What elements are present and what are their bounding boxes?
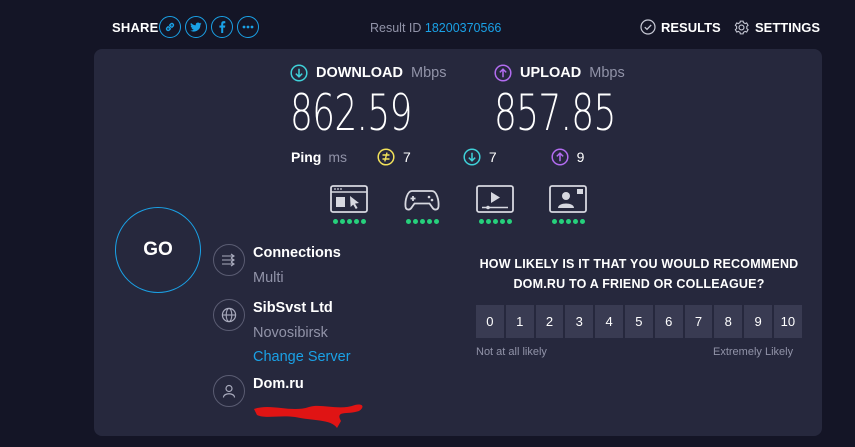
redaction-mark xyxy=(254,404,363,428)
upload-label: UPLOAD xyxy=(520,65,582,81)
go-button[interactable]: GO xyxy=(115,207,201,293)
connections-value: Multi xyxy=(253,270,284,286)
globe-icon xyxy=(213,299,245,331)
nps-option-8[interactable]: 8 xyxy=(714,305,743,338)
web-browsing-icon xyxy=(330,185,368,213)
ping-upload: 9 xyxy=(551,148,585,166)
download-latency-icon xyxy=(463,148,481,166)
upload-metric: UPLOAD Mbps 857.85 xyxy=(494,64,663,142)
isp-name: Dom.ru xyxy=(253,376,304,392)
app-rating-gaming xyxy=(403,185,441,224)
app-rating-web xyxy=(330,185,368,224)
upload-value: 857.85 xyxy=(494,84,616,142)
result-id-link[interactable]: 18200370566 xyxy=(425,21,501,35)
nps-option-7[interactable]: 7 xyxy=(684,305,713,338)
upload-unit: Mbps xyxy=(589,65,625,81)
nps-question-line2: DOM.RU TO A FRIEND OR COLLEAGUE? xyxy=(513,277,765,291)
nps-option-3[interactable]: 3 xyxy=(565,305,594,338)
download-arrow-icon xyxy=(290,64,308,82)
ping-idle-value: 7 xyxy=(403,149,411,165)
settings-label: SETTINGS xyxy=(755,20,821,35)
upload-latency-icon xyxy=(551,148,569,166)
nps-high-label: Extremely Likely xyxy=(713,346,794,358)
top-bar: SHARE Result ID 18200370566 RESULTS SETT… xyxy=(0,0,855,52)
nps-option-9[interactable]: 9 xyxy=(744,305,772,338)
ping-upload-value: 9 xyxy=(576,149,585,165)
ping-unit: ms xyxy=(328,149,348,165)
download-value: 862.59 xyxy=(290,84,412,142)
idle-latency-icon xyxy=(377,148,395,166)
download-label: DOWNLOAD xyxy=(316,65,403,81)
more-icon[interactable] xyxy=(237,16,259,38)
result-id-label: Result ID xyxy=(370,21,422,35)
user-icon xyxy=(213,375,245,407)
nps-option-0[interactable]: 0 xyxy=(476,305,504,338)
ping-download-value: 7 xyxy=(488,149,497,165)
settings-button[interactable]: SETTINGS xyxy=(733,19,820,36)
chat-rating-dots xyxy=(551,219,585,224)
video-rating-dots xyxy=(478,219,512,224)
nps-option-2[interactable]: 2 xyxy=(535,305,564,338)
check-circle-icon xyxy=(640,19,656,35)
twitter-icon[interactable] xyxy=(185,16,207,38)
app-ratings xyxy=(330,185,587,224)
download-unit: Mbps xyxy=(411,65,447,81)
gear-icon xyxy=(734,20,749,35)
server-location: Novosibirsk xyxy=(253,325,328,341)
nps-low-label: Not at all likely xyxy=(476,346,547,358)
connections-title: Connections xyxy=(253,245,341,261)
results-panel: DOWNLOAD Mbps 862.59 UPLOAD Mbps 857.85 … xyxy=(94,49,822,436)
video-streaming-icon xyxy=(476,185,514,213)
nps-option-6[interactable]: 6 xyxy=(654,305,683,338)
nps-question-line1: HOW LIKELY IS IT THAT YOU WOULD RECOMMEN… xyxy=(479,257,799,271)
nps-option-5[interactable]: 5 xyxy=(624,305,653,338)
download-metric: DOWNLOAD Mbps 862.59 xyxy=(290,64,459,142)
results-button[interactable]: RESULTS xyxy=(640,19,721,35)
upload-arrow-icon xyxy=(494,64,512,82)
ping-idle: 7 xyxy=(377,148,411,166)
results-label: RESULTS xyxy=(661,19,721,35)
nps-option-10[interactable]: 10 xyxy=(773,305,802,338)
ping-download: 7 xyxy=(463,148,497,166)
gaming-icon xyxy=(404,190,440,211)
connections-icon xyxy=(213,244,245,276)
nps-question: HOW LIKELY IS IT THAT YOU WOULD RECOMMEN… xyxy=(474,254,804,294)
ping-row: Ping ms 7 7 9 xyxy=(291,148,584,166)
server-name: SibSvst Ltd xyxy=(253,300,333,316)
ping-label: Ping xyxy=(291,149,322,165)
link-icon[interactable] xyxy=(159,16,181,38)
app-rating-chat xyxy=(549,185,587,224)
web-rating-dots xyxy=(332,219,366,224)
share-icons xyxy=(159,16,259,38)
gaming-rating-dots xyxy=(405,219,439,224)
app-rating-video xyxy=(476,185,514,224)
nps-option-1[interactable]: 1 xyxy=(505,305,534,338)
nps-option-4[interactable]: 4 xyxy=(595,305,623,338)
change-server-link[interactable]: Change Server xyxy=(253,349,351,365)
facebook-icon[interactable] xyxy=(211,16,233,38)
nps-scale: 0 1 2 3 4 5 6 7 8 9 10 xyxy=(476,305,802,338)
share-label: SHARE xyxy=(112,20,159,35)
video-chat-icon xyxy=(549,185,587,213)
result-id: Result ID 18200370566 xyxy=(370,21,501,35)
